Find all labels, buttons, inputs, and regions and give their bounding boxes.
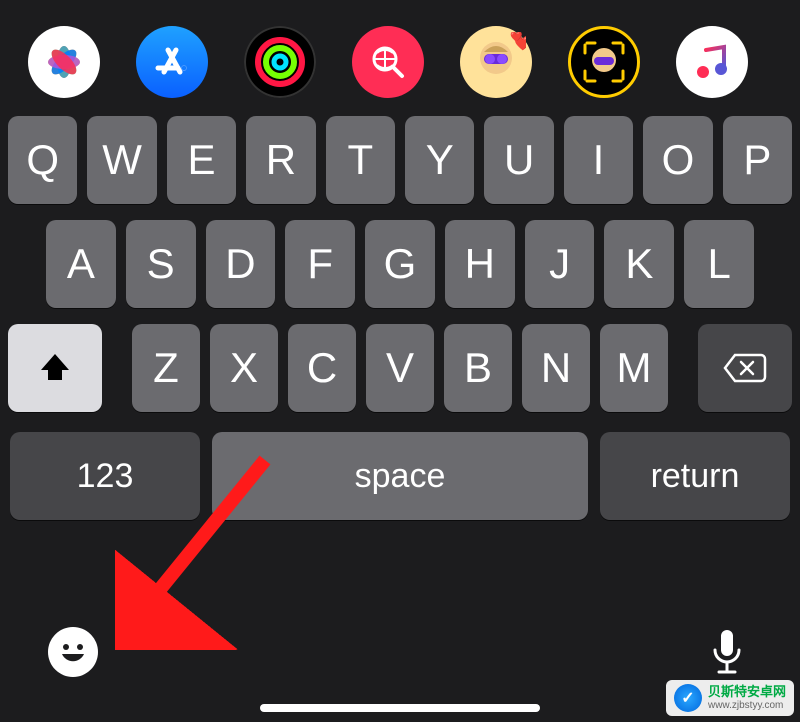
key-shift[interactable] [8,324,102,412]
key-a[interactable]: A [46,220,116,308]
key-q[interactable]: Q [8,116,77,204]
emoji-keyboard-button[interactable] [48,627,98,677]
watermark: ✓ 贝斯特安卓网 www.zjbstyy.com [666,680,794,716]
key-v[interactable]: V [366,324,434,412]
key-k[interactable]: K [604,220,674,308]
keyboard-row-3: Z X C V B N M [8,324,792,412]
memoji-sticker-1-icon[interactable]: ❤️❤️ [460,26,532,98]
key-l[interactable]: L [684,220,754,308]
keyboard-row-1: Q W E R T Y U I O P [8,116,792,204]
key-e[interactable]: E [167,116,236,204]
photos-app-icon[interactable] [28,26,100,98]
ios-keyboard: Q W E R T Y U I O P A S D F G H J K L Z … [0,116,800,520]
key-n[interactable]: N [522,324,590,412]
key-t[interactable]: T [326,116,395,204]
keyboard-row-4: 123 space return [8,432,792,520]
appstore-app-icon[interactable] [136,26,208,98]
key-c[interactable]: C [288,324,356,412]
backspace-icon [723,351,767,385]
key-w[interactable]: W [87,116,156,204]
home-indicator[interactable] [260,704,540,712]
watermark-title: 贝斯特安卓网 [708,685,786,699]
image-search-app-icon[interactable] [352,26,424,98]
key-u[interactable]: U [484,116,553,204]
key-o[interactable]: O [643,116,712,204]
key-numbers[interactable]: 123 [10,432,200,520]
memoji-sticker-2-icon[interactable] [568,26,640,98]
music-app-icon[interactable] [676,26,748,98]
key-r[interactable]: R [246,116,315,204]
key-h[interactable]: H [445,220,515,308]
key-z[interactable]: Z [132,324,200,412]
key-x[interactable]: X [210,324,278,412]
key-return[interactable]: return [600,432,790,520]
dictation-button[interactable] [702,627,752,677]
key-b[interactable]: B [444,324,512,412]
key-d[interactable]: D [206,220,276,308]
activity-app-icon[interactable] [244,26,316,98]
key-backspace[interactable] [698,324,792,412]
watermark-url: www.zjbstyy.com [708,700,786,711]
key-f[interactable]: F [285,220,355,308]
key-p[interactable]: P [723,116,792,204]
message-app-tray: ❤️❤️ [0,0,800,116]
watermark-logo-icon: ✓ [674,684,702,712]
key-s[interactable]: S [126,220,196,308]
keyboard-row-2: A S D F G H J K L [8,220,792,308]
key-j[interactable]: J [525,220,595,308]
key-m[interactable]: M [600,324,668,412]
svg-text:❤️: ❤️ [510,32,523,43]
key-g[interactable]: G [365,220,435,308]
microphone-icon [709,628,745,676]
key-y[interactable]: Y [405,116,474,204]
key-space[interactable]: space [212,432,588,520]
emoji-icon [53,632,93,672]
key-i[interactable]: I [564,116,633,204]
shift-icon [37,350,73,386]
